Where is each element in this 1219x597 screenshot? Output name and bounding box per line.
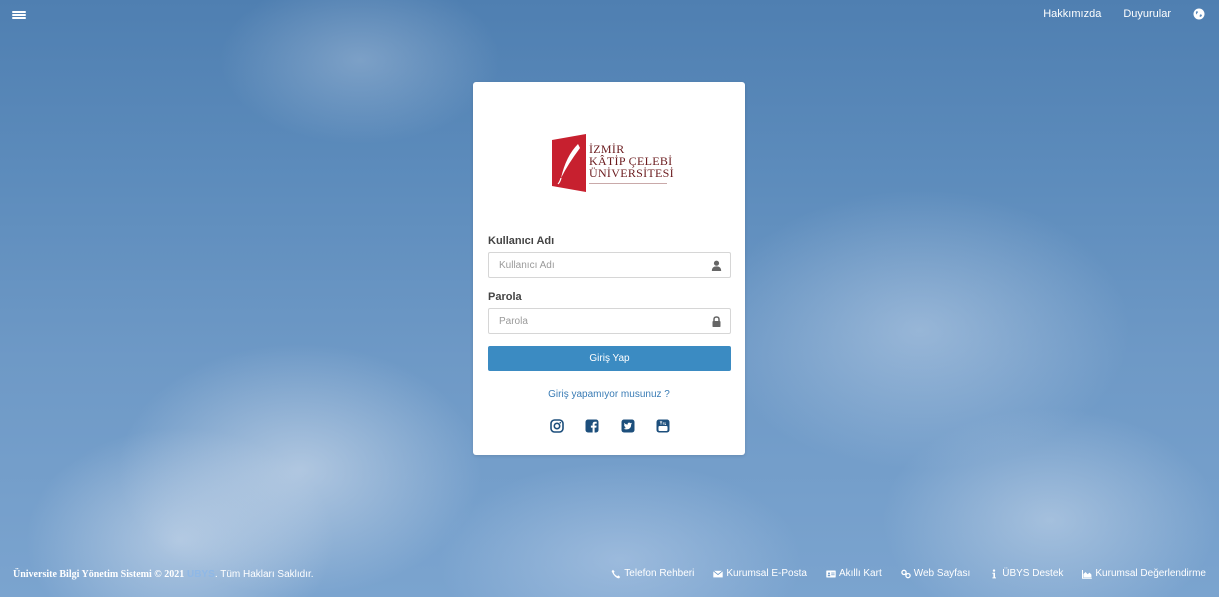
footer-brand: UBYS (187, 569, 215, 580)
nav-link-duyurular[interactable]: Duyurular (1123, 8, 1171, 20)
phone-icon (611, 569, 621, 578)
logo-line-2: KÂTİP ÇELEBİ (589, 153, 673, 168)
nav-link-hakkimizda[interactable]: Hakkımızda (1043, 8, 1101, 20)
id-card-icon (826, 570, 836, 577)
twitter-icon[interactable] (621, 419, 635, 433)
footer-link-label: Kurumsal Değerlendirme (1095, 568, 1206, 579)
login-card: İZMİR KÂTİP ÇELEBİ ÜNİVERSİTESİ Kullanıc… (473, 82, 745, 455)
username-input[interactable] (489, 253, 730, 277)
logo-line-3: ÜNİVERSİTESİ (589, 165, 674, 180)
instagram-icon[interactable] (550, 419, 564, 433)
footer-link-web-sayfasi[interactable]: Web Sayfası (900, 568, 971, 579)
footer-link-kurumsal-degerlendirme[interactable]: Kurumsal Değerlendirme (1082, 568, 1206, 579)
username-label: Kullanıcı Adı (488, 235, 555, 247)
footer-rights: . Tüm Hakları Saklıdır. (214, 569, 314, 580)
footer-system-name: Üniversite Bilgi Yönetim Sistemi © 2021 (13, 569, 185, 580)
area-chart-icon (1082, 569, 1093, 579)
login-button[interactable]: Giriş Yap (488, 346, 731, 371)
footer-link-kurumsal-eposta[interactable]: Kurumsal E-Posta (713, 568, 807, 579)
footer-link-ubys-destek[interactable]: ÜBYS Destek (989, 568, 1063, 579)
footer-link-label: Kurumsal E-Posta (726, 568, 807, 579)
username-field-wrapper (488, 252, 731, 278)
footer-link-label: Web Sayfası (913, 568, 971, 579)
footer-link-telefon-rehberi[interactable]: Telefon Rehberi (611, 568, 694, 579)
social-links (550, 418, 670, 434)
footer-copyright: Üniversite Bilgi Yönetim Sistemi © 2021 … (13, 569, 314, 580)
youtube-icon[interactable] (656, 419, 670, 433)
user-icon (711, 260, 722, 271)
globe-icon[interactable] (1193, 8, 1205, 20)
logo-divider (589, 182, 667, 184)
university-logo-mark (552, 134, 586, 192)
footer-links: Telefon Rehberi Kurumsal E-Posta Akıllı … (611, 568, 1206, 579)
password-input[interactable] (489, 309, 730, 333)
lock-icon (712, 316, 721, 327)
password-field-wrapper (488, 308, 731, 334)
envelope-icon (713, 569, 724, 577)
logo-line-1: İZMİR (589, 141, 625, 156)
link-icon (900, 569, 911, 578)
hamburger-menu-icon[interactable] (12, 9, 26, 21)
facebook-icon[interactable] (585, 419, 599, 433)
university-logo-text: İZMİR KÂTİP ÇELEBİ ÜNİVERSİTESİ (589, 143, 674, 184)
password-label: Parola (488, 291, 522, 303)
login-help-link[interactable]: Giriş yapamıyor musunuz ? (473, 389, 745, 400)
info-icon (992, 568, 997, 578)
university-logo: İZMİR KÂTİP ÇELEBİ ÜNİVERSİTESİ (552, 133, 674, 193)
footer-link-label: ÜBYS Destek (1002, 568, 1064, 579)
footer-link-label: Akıllı Kart (838, 568, 882, 579)
footer: Üniversite Bilgi Yönetim Sistemi © 2021 … (0, 565, 1219, 585)
top-nav: Hakkımızda Duyurular (1043, 8, 1205, 20)
footer-link-label: Telefon Rehberi (624, 568, 695, 579)
footer-link-akilli-kart[interactable]: Akıllı Kart (826, 568, 882, 579)
top-bar: Hakkımızda Duyurular (0, 0, 1219, 36)
